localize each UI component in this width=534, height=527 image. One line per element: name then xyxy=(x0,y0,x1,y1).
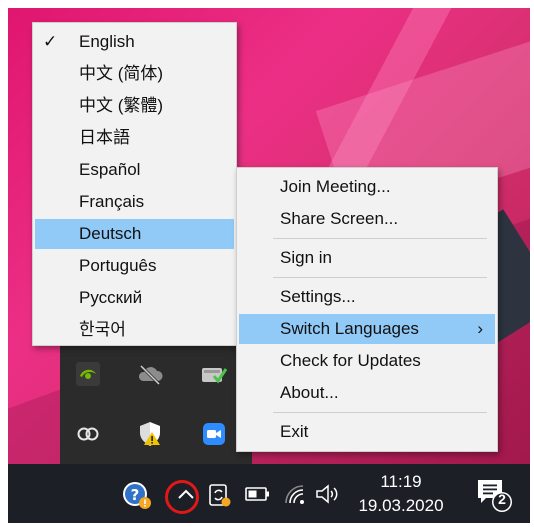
notification-count: 2 xyxy=(498,491,506,507)
taskbar-clock[interactable]: 11:19 19.03.2020 xyxy=(358,470,444,518)
screenshot-frame: ? 11:19 19.03.2020 2 ✓ English 中文 (简体) 中… xyxy=(0,0,534,527)
tray-context-menu: Join Meeting... Share Screen... Sign in … xyxy=(236,167,498,452)
menu-item-about[interactable]: About... xyxy=(239,378,495,408)
tray-overflow-panel xyxy=(60,346,252,464)
language-item-chinese-simplified[interactable]: 中文 (简体) xyxy=(35,59,234,89)
menu-item-label: Switch Languages xyxy=(280,319,419,338)
language-item-english[interactable]: ✓ English xyxy=(35,27,234,57)
zoom-video-icon[interactable] xyxy=(200,420,228,448)
menu-item-label: Sign in xyxy=(280,248,332,267)
menu-item-label: Share Screen... xyxy=(280,209,399,228)
volume-icon[interactable] xyxy=(314,482,342,506)
menu-item-exit[interactable]: Exit xyxy=(239,417,495,447)
language-item-label: 日本語 xyxy=(79,128,130,147)
battery-icon[interactable] xyxy=(244,484,272,504)
language-item-japanese[interactable]: 日本語 xyxy=(35,123,234,153)
wifi-icon[interactable] xyxy=(282,482,308,506)
menu-separator xyxy=(273,238,487,239)
menu-item-sign-in[interactable]: Sign in xyxy=(239,243,495,273)
language-item-russian[interactable]: Русский xyxy=(35,283,234,313)
menu-item-join-meeting[interactable]: Join Meeting... xyxy=(239,172,495,202)
language-item-label: English xyxy=(79,32,135,51)
menu-separator xyxy=(273,277,487,278)
security-shield-icon[interactable] xyxy=(136,420,164,448)
menu-item-switch-languages[interactable]: Switch Languages › xyxy=(239,314,495,344)
creative-cloud-icon[interactable] xyxy=(74,420,102,448)
menu-item-label: About... xyxy=(280,383,339,402)
clock-date: 19.03.2020 xyxy=(358,496,444,515)
language-item-german[interactable]: Deutsch xyxy=(35,219,234,249)
language-item-label: 中文 (繁體) xyxy=(79,96,164,115)
language-item-label: Français xyxy=(79,192,145,211)
svg-text:?: ? xyxy=(131,486,140,504)
language-menu: ✓ English 中文 (简体) 中文 (繁體) 日本語 Español Fr… xyxy=(32,22,237,346)
menu-item-label: Check for Updates xyxy=(280,351,421,370)
language-item-korean[interactable]: 한국어 xyxy=(35,315,234,345)
language-item-french[interactable]: Français xyxy=(35,187,234,217)
menu-item-label: Exit xyxy=(280,422,309,441)
language-item-spanish[interactable]: Español xyxy=(35,155,234,185)
language-item-label: Português xyxy=(79,256,157,275)
clock-time: 11:19 xyxy=(380,472,422,491)
menu-separator xyxy=(273,412,487,413)
menu-item-check-for-updates[interactable]: Check for Updates xyxy=(239,346,495,376)
update-sync-icon[interactable] xyxy=(206,482,232,508)
menu-item-settings[interactable]: Settings... xyxy=(239,282,495,312)
language-item-label: 한국어 xyxy=(79,320,126,339)
language-item-label: Русский xyxy=(79,288,143,307)
sync-check-icon[interactable] xyxy=(200,360,228,388)
menu-item-label: Join Meeting... xyxy=(280,177,391,196)
annotation-ring xyxy=(165,480,199,514)
menu-item-share-screen[interactable]: Share Screen... xyxy=(239,204,495,234)
language-item-label: Español xyxy=(79,160,141,179)
nvidia-icon[interactable] xyxy=(74,360,102,388)
help-question-icon[interactable]: ? xyxy=(120,478,154,512)
language-item-label: 中文 (简体) xyxy=(79,64,164,83)
check-icon: ✓ xyxy=(43,32,58,51)
taskbar: ? 11:19 19.03.2020 2 xyxy=(8,464,530,523)
language-item-portuguese[interactable]: Português xyxy=(35,251,234,281)
action-center-icon[interactable]: 2 xyxy=(474,476,514,514)
menu-item-label: Settings... xyxy=(280,287,356,306)
language-item-label: Deutsch xyxy=(79,224,142,243)
language-item-chinese-traditional[interactable]: 中文 (繁體) xyxy=(35,91,234,121)
cloud-offline-icon[interactable] xyxy=(136,360,164,388)
chevron-right-icon: › xyxy=(477,319,483,338)
